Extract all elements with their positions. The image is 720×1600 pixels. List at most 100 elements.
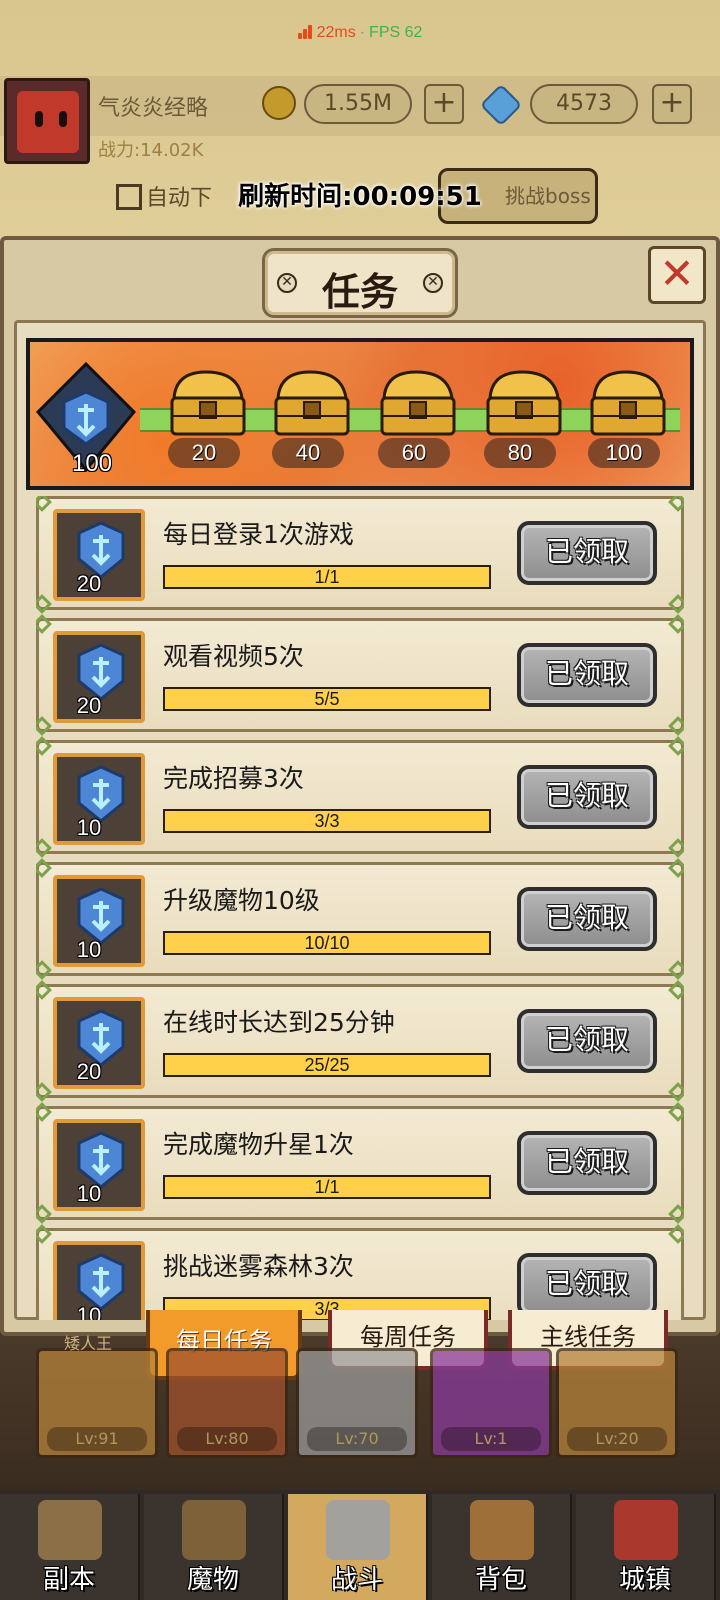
reward-points: 10 (76, 937, 102, 962)
task-row: 20 观看视频5次 5/5 已领取 (36, 614, 684, 736)
close-button[interactable]: ✕ (648, 246, 706, 304)
reward-box: 10 (53, 875, 145, 967)
monster-level: Lv:70 (307, 1427, 407, 1451)
corner-ornament-icon (668, 716, 684, 736)
player-name: 气炎炎经略 (98, 96, 209, 121)
reward-box: 20 (53, 509, 145, 601)
corner-ornament-icon (668, 960, 684, 980)
claimed-button[interactable]: 已领取 (517, 887, 657, 951)
reward-points: 20 (76, 571, 102, 596)
activity-points: 100 (71, 450, 113, 477)
nav-label: 城镇 (618, 1565, 671, 1595)
signal-icon (297, 25, 313, 44)
helmet-icon (182, 1500, 246, 1560)
avatar[interactable] (4, 78, 90, 164)
claimed-button[interactable]: 已领取 (517, 643, 657, 707)
task-progress-text: 1/1 (314, 567, 340, 587)
task-progress-text: 10/10 (304, 933, 350, 953)
corner-ornament-icon (36, 980, 52, 1000)
nav-item-1[interactable]: 魔物 (144, 1494, 284, 1600)
treasure-chest-icon[interactable] (482, 368, 564, 440)
latency-text: 22ms (316, 24, 356, 41)
gem-amount: 4573 (530, 84, 638, 124)
reward-box: 10 (53, 1241, 145, 1320)
task-progress-text: 25/25 (304, 1055, 350, 1075)
reward-points: 20 (76, 693, 102, 718)
crossed-swords-icon (326, 1500, 390, 1560)
task-progress-bar: 5/5 (163, 687, 491, 711)
corner-ornament-icon (668, 838, 684, 858)
task-name: 观看视频5次 (163, 642, 304, 671)
claimed-button[interactable]: 已领取 (517, 521, 657, 585)
monster-card[interactable]: Lv:20 (556, 1348, 678, 1458)
reward-box: 20 (53, 997, 145, 1089)
corner-ornament-icon (36, 960, 52, 980)
corner-ornament-icon (668, 736, 684, 756)
corner-ornament-icon (36, 1204, 52, 1224)
task-row: 10 完成招募3次 3/3 已领取 (36, 736, 684, 858)
corner-ornament-icon (668, 858, 684, 878)
milestone-label: 40 (272, 438, 344, 468)
corner-ornament-icon (36, 614, 52, 634)
milestone-label: 60 (378, 438, 450, 468)
corner-ornament-icon (668, 594, 684, 614)
reward-box: 10 (53, 753, 145, 845)
treasure-chest-icon[interactable] (586, 368, 668, 440)
task-progress-bar: 3/3 (163, 809, 491, 833)
monster-card[interactable]: Lv:91 (36, 1348, 158, 1458)
milestone-label: 20 (168, 438, 240, 468)
monster-card[interactable]: Lv:1 (430, 1348, 552, 1458)
nav-label: 魔物 (186, 1565, 239, 1595)
corner-ornament-icon (668, 1082, 684, 1102)
castle-icon (614, 1500, 678, 1560)
task-name: 完成魔物升星1次 (163, 1130, 354, 1159)
corner-ornament-icon (36, 736, 52, 756)
activity-progress-banner: 100 20 40 60 80 100 (26, 338, 694, 490)
avatar-face-icon (17, 91, 79, 153)
treasure-chest-icon[interactable] (270, 368, 352, 440)
nav-item-0[interactable]: 副本 (0, 1494, 140, 1600)
monster-card[interactable]: Lv:80 (166, 1348, 288, 1458)
gold-amount: 1.55M (304, 84, 412, 124)
task-row: 10 完成魔物升星1次 1/1 已领取 (36, 1102, 684, 1224)
monster-level: Lv:80 (177, 1427, 277, 1451)
corner-ornament-icon (668, 980, 684, 1000)
corner-ornament-icon (36, 838, 52, 858)
task-name: 每日登录1次游戏 (163, 520, 354, 549)
task-progress-bar: 25/25 (163, 1053, 491, 1077)
monster-card[interactable]: Lv:70 (296, 1348, 418, 1458)
task-progress-bar: 1/1 (163, 565, 491, 589)
backpack-icon (470, 1500, 534, 1560)
claimed-button[interactable]: 已领取 (517, 1131, 657, 1195)
treasure-chest-icon[interactable] (166, 368, 248, 440)
claimed-button[interactable]: 已领取 (517, 1253, 657, 1317)
nav-item-3[interactable]: 背包 (432, 1494, 572, 1600)
task-name: 在线时长达到25分钟 (163, 1008, 395, 1037)
reward-box: 20 (53, 631, 145, 723)
nav-label: 背包 (474, 1565, 527, 1595)
task-progress-text: 1/1 (314, 1177, 340, 1197)
corner-ornament-icon (36, 1224, 52, 1244)
task-row: 10 升级魔物10级 10/10 已领取 (36, 858, 684, 980)
modal-title: 任务 (321, 270, 398, 314)
corner-ornament-icon (36, 858, 52, 878)
monster-level: Lv:91 (47, 1427, 147, 1451)
corner-ornament-icon (36, 1102, 52, 1122)
task-row: 20 在线时长达到25分钟 25/25 已领取 (36, 980, 684, 1102)
add-gold-button[interactable]: + (424, 84, 464, 124)
task-list[interactable]: 20 每日登录1次游戏 1/1 已领取 20 观看视频5次 5/5 已领取 10 完成招募3次 3/… (36, 496, 684, 1320)
treasure-chest-icon[interactable] (376, 368, 458, 440)
corner-ornament-icon (36, 1082, 52, 1102)
claimed-button[interactable]: 已领取 (517, 1009, 657, 1073)
claimed-button[interactable]: 已领取 (517, 765, 657, 829)
monster-level: Lv:1 (441, 1427, 541, 1451)
corner-ornament-icon (668, 614, 684, 634)
task-progress-text: 3/3 (314, 811, 340, 831)
nav-item-2[interactable]: 战斗 (288, 1494, 428, 1600)
nav-item-4[interactable]: 城镇 (576, 1494, 716, 1600)
task-row: 20 每日登录1次游戏 1/1 已领取 (36, 496, 684, 614)
task-progress-bar: 10/10 (163, 931, 491, 955)
reward-box: 10 (53, 1119, 145, 1211)
add-gem-button[interactable]: + (652, 84, 692, 124)
monster-level: Lv:20 (567, 1427, 667, 1451)
